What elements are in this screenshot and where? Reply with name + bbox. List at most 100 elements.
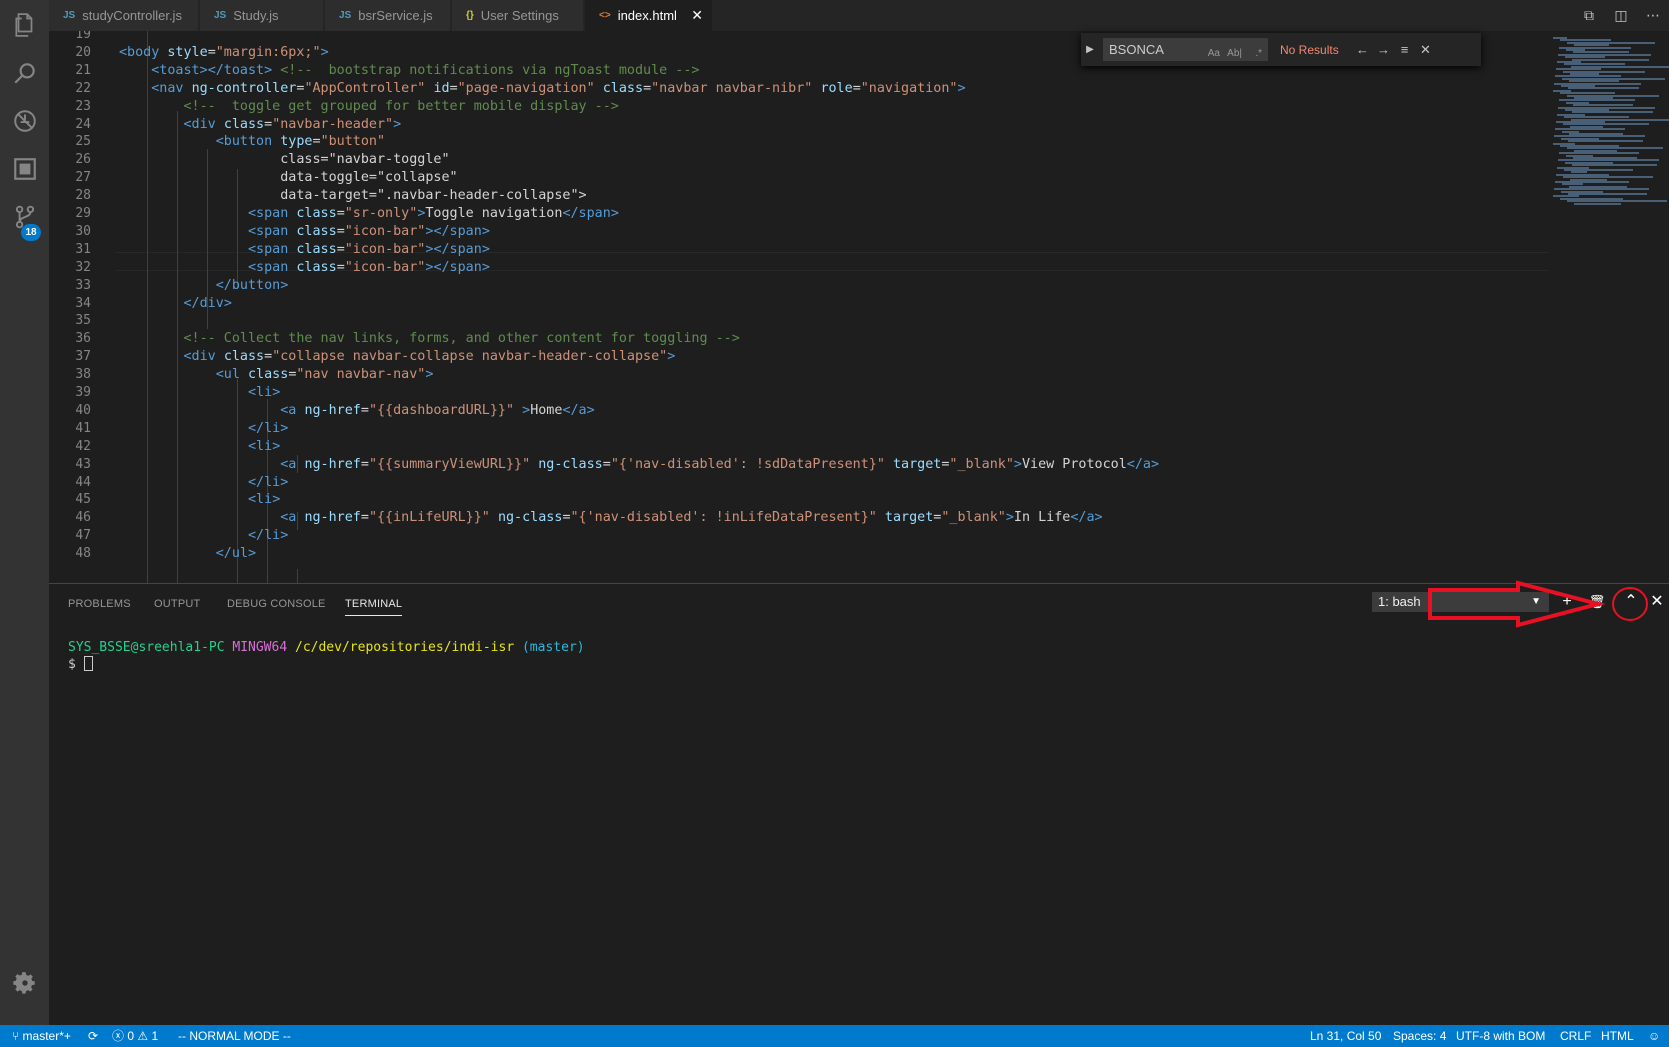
js-file-icon: JS	[339, 10, 352, 21]
tab-terminal[interactable]: TERMINAL	[345, 598, 403, 616]
code-line: 30 <span class="icon-bar"></span>	[49, 222, 1549, 241]
find-result-count: No Results	[1280, 42, 1339, 57]
vim-mode: -- NORMAL MODE --	[178, 1029, 291, 1043]
toggle-replace-icon[interactable]: ▶	[1081, 44, 1099, 55]
kill-terminal-icon[interactable]: 🗑	[1585, 590, 1609, 614]
split-editor-icon[interactable]: ◫	[1605, 7, 1637, 24]
line-code: <li>	[248, 385, 281, 400]
code-line: 39 <li>	[49, 383, 1549, 402]
line-number: 20	[75, 44, 91, 60]
tab-study[interactable]: JS Study.js	[200, 0, 324, 31]
bottom-panel: PROBLEMS OUTPUT DEBUG CONSOLE TERMINAL 1…	[49, 583, 1669, 1025]
line-code: </li>	[248, 420, 289, 436]
close-panel-icon[interactable]: ✕	[1645, 590, 1669, 614]
tab-label: User Settings	[480, 8, 559, 23]
line-number: 37	[75, 349, 91, 365]
feedback-icon[interactable]: ☺	[1648, 1025, 1660, 1047]
line-number: 29	[75, 206, 91, 221]
regex-icon[interactable]: .*	[1255, 42, 1262, 65]
line-code: <span class="sr-only">Toggle navigation<…	[248, 206, 619, 221]
tab-debug-console[interactable]: DEBUG CONSOLE	[227, 598, 326, 610]
line-code: </button>	[215, 277, 289, 293]
line-number: 36	[75, 331, 91, 347]
line-code: <a ng-href="{{inLifeURL}}" ng-class="{'n…	[280, 510, 1103, 526]
terminal-output[interactable]: SYS_BSSE@sreehla1-PC MINGW64 /c/dev/repo…	[68, 639, 585, 673]
line-number: 41	[75, 420, 91, 436]
code-line: 26 class="navbar-toggle"	[49, 150, 1549, 169]
line-number: 38	[75, 367, 91, 383]
next-match-icon[interactable]: →	[1373, 42, 1394, 57]
line-number: 30	[75, 223, 91, 239]
terminal-select[interactable]: 1: bash	[1372, 592, 1439, 612]
line-number: 47	[75, 528, 91, 544]
line-code: class="navbar-toggle"	[119, 152, 450, 168]
terminal-env: MINGW64	[232, 640, 288, 655]
line-code: </li>	[248, 528, 289, 544]
code-line: 38 <ul class="nav navbar-nav">	[49, 365, 1549, 384]
code-line: 44 </li>	[49, 473, 1549, 492]
tab-index-html[interactable]: <> index.html ✕	[585, 0, 713, 31]
tab-studycontroller[interactable]: JS studyController.js	[49, 0, 199, 31]
minimap[interactable]	[1549, 31, 1669, 231]
branch-indicator[interactable]: ⑂ master*+	[12, 1025, 71, 1047]
code-line: 33 </button>	[49, 276, 1549, 295]
terminal-prompt: $	[68, 657, 76, 672]
sync-icon[interactable]: ⟳	[88, 1025, 98, 1047]
code-line: 23 <!-- toggle get grouped for better mo…	[49, 97, 1549, 116]
gear-icon[interactable]	[0, 958, 49, 1008]
indentation[interactable]: Spaces: 4	[1393, 1025, 1446, 1047]
line-ending[interactable]: CRLF	[1560, 1025, 1591, 1047]
match-case-icon[interactable]: Aa	[1208, 42, 1220, 65]
code-line: 31 <span class="icon-bar"></span>	[49, 240, 1549, 259]
line-number: 43	[75, 456, 91, 472]
explorer-icon[interactable]	[0, 0, 49, 50]
tab-output[interactable]: OUTPUT	[154, 598, 200, 610]
line-code: <div class="collapse navbar-collapse nav…	[183, 349, 676, 365]
extensions-icon[interactable]	[0, 144, 49, 194]
minimap-line	[1572, 58, 1649, 61]
code-line: 36 <!-- Collect the nav links, forms, an…	[49, 329, 1549, 348]
maximize-panel-icon[interactable]: ⌃	[1619, 590, 1643, 614]
line-number: 24	[75, 116, 91, 132]
find-widget: ▶ BSONCA Aa Ab| .* No Results ← → ≡ ✕	[1081, 33, 1481, 66]
tab-problems[interactable]: PROBLEMS	[68, 598, 131, 610]
previous-match-icon[interactable]: ←	[1352, 42, 1373, 57]
code-line: 45 <li>	[49, 490, 1549, 509]
language-mode[interactable]: HTML	[1601, 1025, 1634, 1047]
tab-bsrservice[interactable]: JS bsrService.js	[325, 0, 451, 31]
find-in-selection-icon[interactable]: ≡	[1394, 42, 1415, 57]
code-line: 25 <button type="button"	[49, 132, 1549, 151]
line-number: 46	[75, 510, 91, 526]
whole-word-icon[interactable]: Ab|	[1227, 42, 1242, 65]
close-tab-icon[interactable]: ✕	[691, 7, 703, 24]
line-number: 23	[75, 98, 91, 114]
cursor-position[interactable]: Ln 31, Col 50	[1310, 1025, 1381, 1047]
tab-user-settings[interactable]: {} User Settings	[452, 0, 584, 31]
new-terminal-icon[interactable]: +	[1555, 590, 1579, 614]
code-line: 27 data-toggle="collapse"	[49, 168, 1549, 187]
line-number: 26	[75, 152, 91, 168]
code-line: 40 <a ng-href="{{dashboardURL}}" >Home</…	[49, 401, 1549, 420]
line-code: <span class="icon-bar"></span>	[248, 259, 490, 275]
open-preview-icon[interactable]: ⧉	[1573, 7, 1605, 24]
terminal-path: /c/dev/repositories/indi-isr	[295, 640, 515, 655]
error-count: 0	[127, 1029, 135, 1043]
line-number: 44	[75, 474, 91, 490]
js-file-icon: JS	[214, 10, 227, 21]
line-number: 35	[75, 313, 91, 329]
activity-bar: 18	[0, 0, 49, 1025]
close-find-icon[interactable]: ✕	[1415, 42, 1436, 58]
find-input[interactable]: BSONCA Aa Ab| .*	[1103, 38, 1268, 61]
warning-count: 1	[151, 1029, 159, 1043]
line-code: <span class="icon-bar"></span>	[248, 241, 490, 257]
encoding[interactable]: UTF-8 with BOM	[1456, 1025, 1545, 1047]
problems-indicator[interactable]: ⓧ 0 ⚠ 1	[112, 1025, 158, 1047]
search-icon[interactable]	[0, 48, 49, 98]
line-code: <!-- toggle get grouped for better mobil…	[183, 98, 619, 114]
more-actions-icon[interactable]: ⋯	[1637, 7, 1669, 24]
debug-icon[interactable]	[0, 96, 49, 146]
code-editor[interactable]: 19 20 <body style="margin:6px;"> 21 <toast>…	[49, 31, 1669, 583]
terminal-select-dropdown[interactable]: ▼	[1439, 592, 1549, 612]
line-code: <span class="icon-bar"></span>	[248, 223, 490, 239]
line-code: data-toggle="collapse"	[119, 170, 458, 186]
